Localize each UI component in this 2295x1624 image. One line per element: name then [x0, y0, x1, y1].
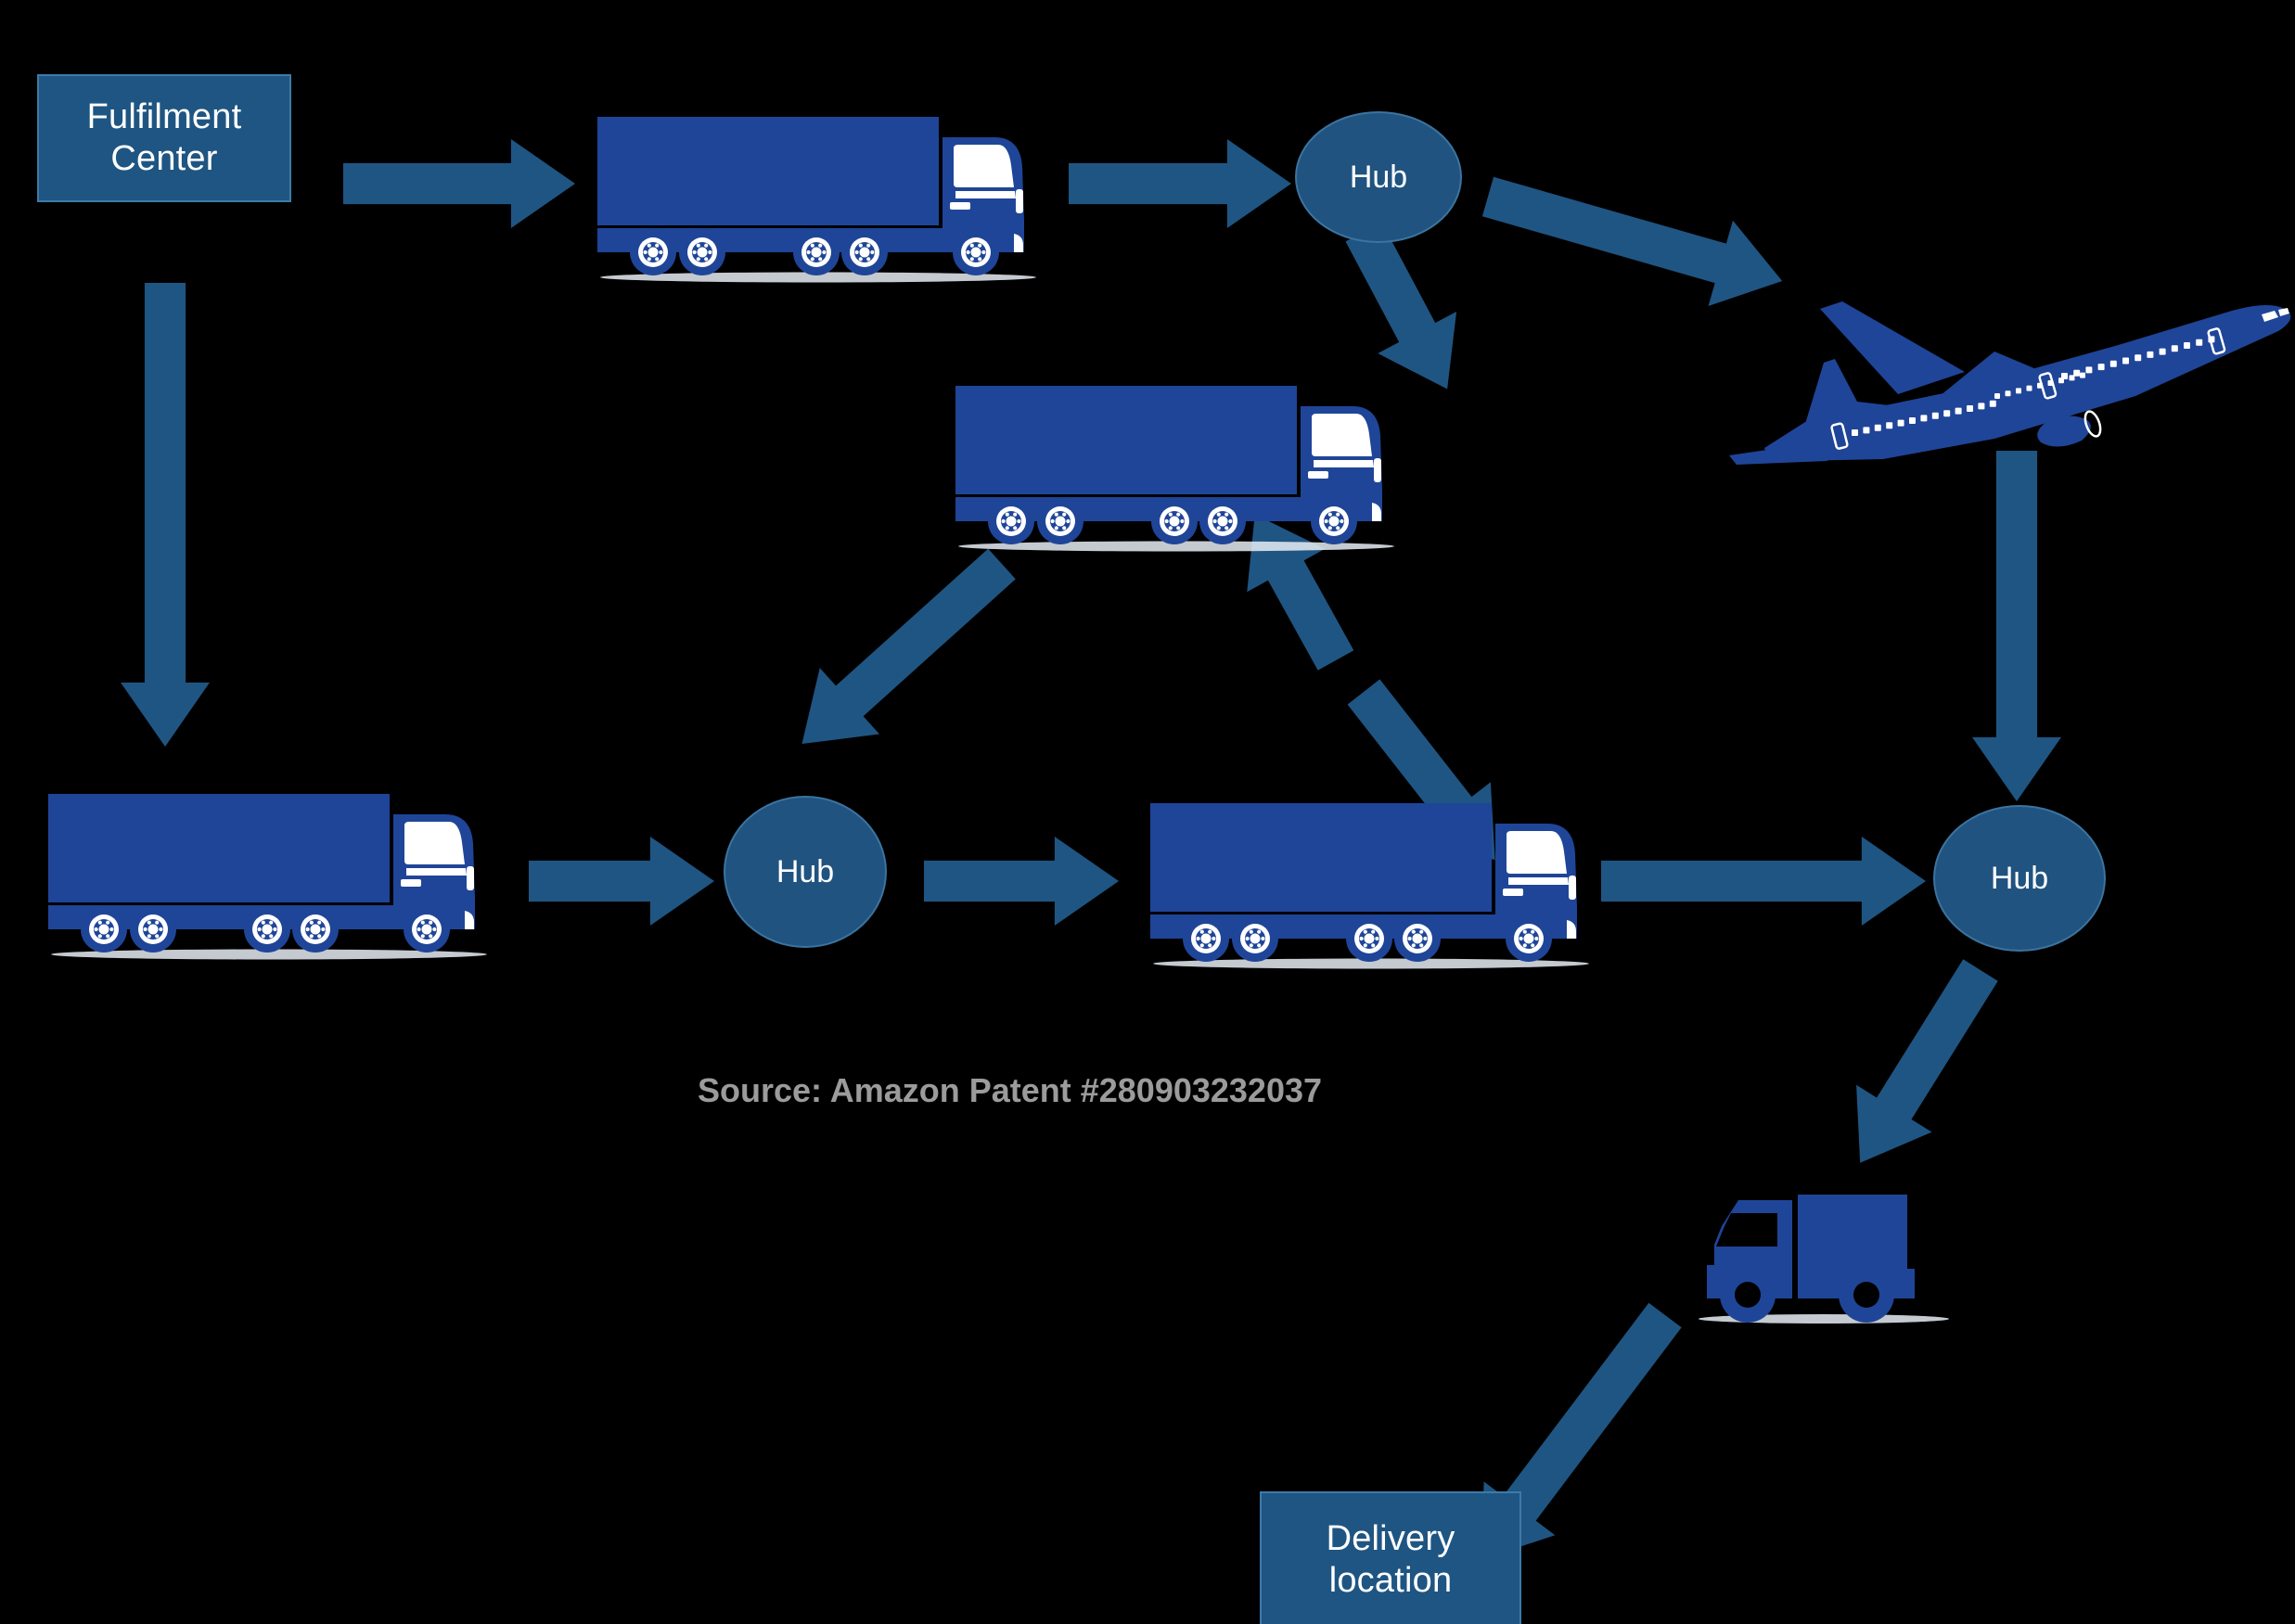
node-hub-top[interactable]: Hub: [1295, 111, 1462, 243]
arrow-truck-top-to-hub-top: [1069, 139, 1291, 228]
node-fulfilment-center[interactable]: Fulfilment Center: [37, 74, 291, 202]
node-label-line2: Center: [110, 139, 218, 178]
arrow-fc-to-truck-top: [343, 139, 575, 228]
semi-truck-bottom-middle-icon: [1139, 796, 1603, 972]
node-label-line2: location: [1328, 1560, 1453, 1600]
node-label: Hub: [1990, 860, 2049, 896]
cargo-airplane-icon: [1716, 283, 2295, 465]
node-delivery-location[interactable]: Delivery location: [1260, 1491, 1521, 1624]
node-label: Hub: [1349, 159, 1408, 195]
node-label: Hub: [776, 853, 835, 889]
semi-truck-top-icon: [586, 109, 1050, 286]
node-hub-right[interactable]: Hub: [1933, 805, 2106, 952]
arrow-fc-to-truck-bottom-left: [121, 283, 210, 747]
node-label: Fulfilment Center: [87, 96, 242, 180]
arrow-hub-right-to-van: [1822, 947, 2018, 1187]
arrow-truck-middle-to-hub-left: [772, 531, 1032, 776]
node-hub-left[interactable]: Hub: [724, 796, 887, 948]
node-label-line1: Fulfilment: [86, 97, 242, 137]
arrow-truck-bottom-left-to-hub-left: [529, 837, 714, 926]
arrow-truck-bottom-middle-to-hub-right: [1601, 837, 1926, 926]
node-label-line1: Delivery: [1326, 1518, 1455, 1558]
arrow-hub-left-to-truck-bottom-middle: [924, 837, 1119, 926]
semi-truck-bottom-left-icon: [37, 786, 501, 963]
semi-truck-middle-icon: [944, 378, 1408, 555]
delivery-van-icon: [1685, 1180, 1954, 1328]
node-label: Delivery location: [1327, 1518, 1455, 1602]
source-caption: Source: Amazon Patent #280903232037: [698, 1071, 1323, 1109]
diagram-canvas: Fulfilment Center Hub Hub Hub Delivery l…: [0, 0, 2295, 1624]
arrow-airplane-to-hub-right: [1972, 451, 2061, 801]
